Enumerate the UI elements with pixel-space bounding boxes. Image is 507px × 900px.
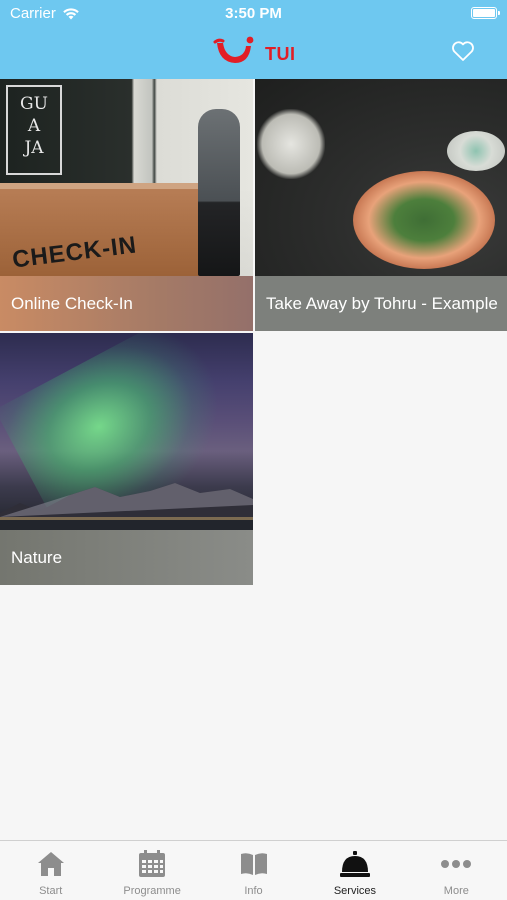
- service-bell-icon: [339, 851, 370, 877]
- tab-info[interactable]: Info: [203, 841, 304, 900]
- food-bowl: [353, 171, 495, 269]
- status-bar: Carrier 3:50 PM: [0, 0, 507, 28]
- home-icon: [37, 852, 64, 876]
- more-dots-icon: [441, 860, 472, 868]
- tab-services[interactable]: Services: [304, 841, 405, 900]
- brand-wordmark: TUI: [265, 43, 296, 64]
- tile-caption: Online Check-In: [0, 276, 253, 331]
- favorites-heart-icon[interactable]: [451, 40, 475, 62]
- tab-bar: Start Programme Info Services More: [0, 840, 507, 900]
- tui-smile-icon: [213, 36, 254, 63]
- status-time: 3:50 PM: [225, 5, 282, 22]
- tile-online-check-in[interactable]: GU A JA CHECK-IN Online Check-In: [0, 79, 253, 331]
- person-figure: [198, 109, 240, 276]
- tab-more[interactable]: More: [406, 841, 507, 900]
- calendar-icon: [139, 850, 166, 877]
- mountain-silhouette: [0, 483, 253, 530]
- tile-caption: Nature: [0, 530, 253, 585]
- battery-icon: [471, 7, 500, 19]
- tile-nature[interactable]: Nature: [0, 333, 253, 585]
- side-plate: [447, 131, 505, 171]
- tab-label: Programme: [123, 885, 181, 897]
- guaja-sign: GU A JA: [6, 85, 62, 175]
- navigation-bar: Carrier 3:50 PM TUI: [0, 0, 507, 79]
- book-icon: [240, 853, 267, 875]
- tab-label: Info: [244, 885, 263, 897]
- tab-label: Services: [333, 885, 377, 897]
- tab-start[interactable]: Start: [0, 841, 101, 900]
- tab-programme[interactable]: Programme: [101, 841, 202, 900]
- tab-label: Start: [39, 885, 63, 897]
- tile-caption: Take Away by Tohru - Example: [255, 276, 507, 331]
- tui-logo: TUI: [213, 34, 296, 66]
- tile-take-away-by-tohru[interactable]: Take Away by Tohru - Example: [255, 79, 507, 331]
- tab-label: More: [443, 885, 469, 897]
